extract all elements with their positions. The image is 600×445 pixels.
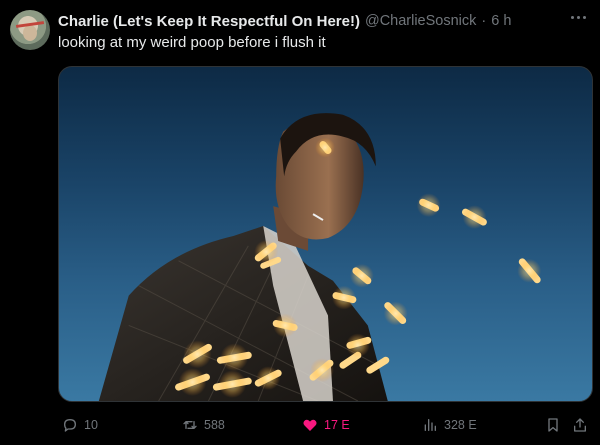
more-dots-icon[interactable] <box>568 10 588 24</box>
views-button[interactable]: 328 E <box>422 412 477 438</box>
tweet-media-image[interactable] <box>58 66 593 402</box>
share-icon <box>574 418 586 432</box>
bookmark-icon <box>548 418 558 432</box>
retweet-icon <box>183 421 197 429</box>
avatar[interactable] <box>10 10 50 50</box>
avatar-face <box>23 25 37 41</box>
retweet-button[interactable]: 588 <box>182 412 225 438</box>
like-count: 17 E <box>324 418 350 432</box>
bookmark-button[interactable] <box>545 412 561 438</box>
tweet[interactable]: Charlie (Let's Keep It Respectful On Her… <box>0 0 600 445</box>
jacket <box>98 226 388 401</box>
heart-filled-icon <box>303 419 317 431</box>
like-button[interactable]: 17 E <box>302 412 350 438</box>
display-name[interactable]: Charlie (Let's Keep It Respectful On Her… <box>58 13 360 30</box>
tweet-text: looking at my weird poop before i flush … <box>58 34 326 51</box>
tweet-header: Charlie (Let's Keep It Respectful On Her… <box>58 11 511 31</box>
timestamp[interactable]: 6 h <box>491 13 511 29</box>
view-count: 328 E <box>444 418 477 432</box>
reply-button[interactable]: 10 <box>62 412 98 438</box>
photo-man-with-light-streaks <box>98 113 542 401</box>
retweet-count: 588 <box>204 418 225 432</box>
user-handle[interactable]: @CharlieSosnick <box>365 13 476 29</box>
tweet-actions: 10 588 17 E 328 E <box>0 412 600 438</box>
views-chart-icon <box>424 419 436 431</box>
share-button[interactable] <box>572 412 588 438</box>
reply-icon <box>64 419 76 432</box>
header-separator: · <box>481 13 487 29</box>
reply-count: 10 <box>84 418 98 432</box>
